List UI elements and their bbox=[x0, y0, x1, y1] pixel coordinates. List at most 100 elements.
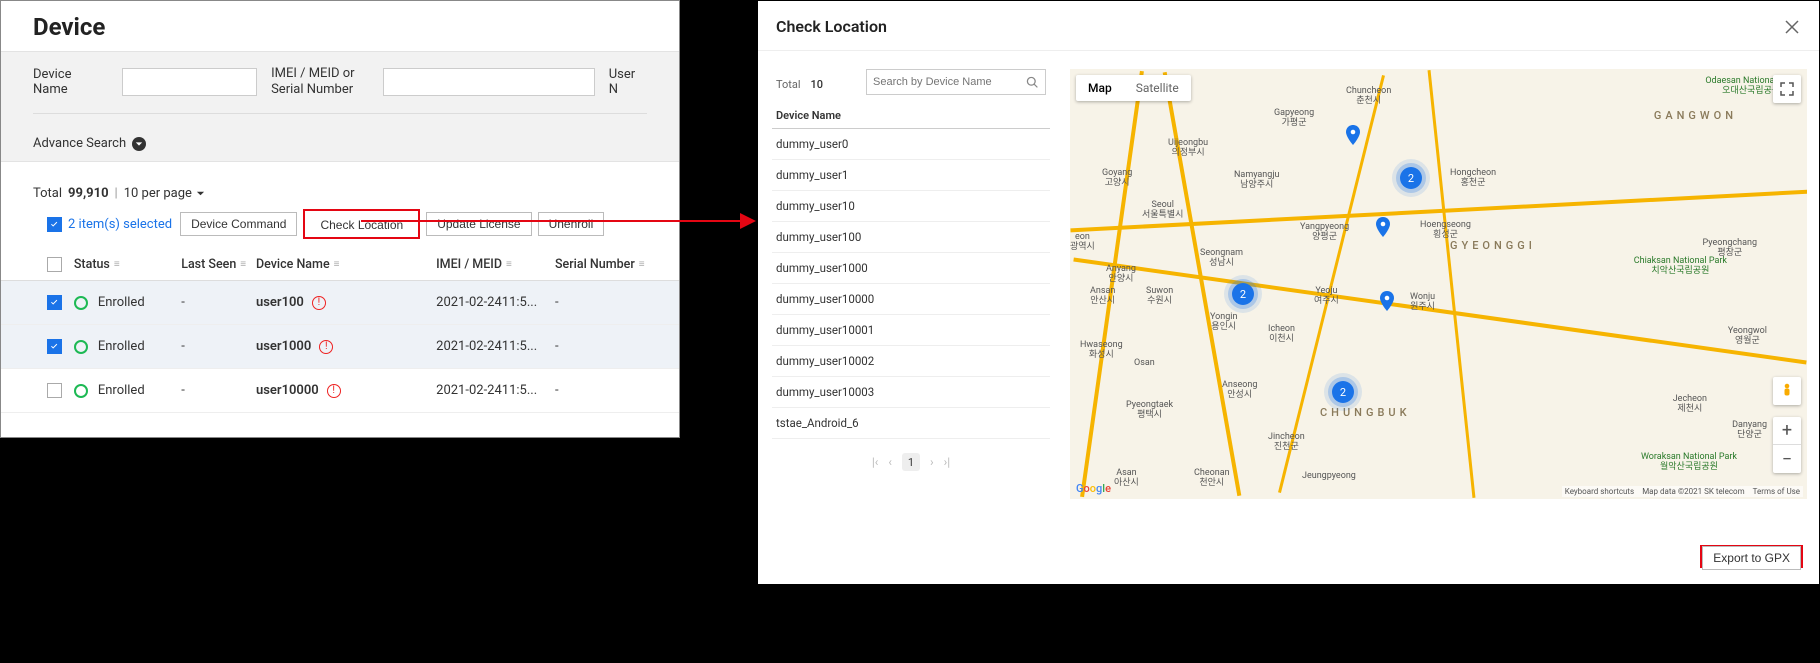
check-location-button[interactable]: Check Location bbox=[314, 216, 409, 234]
map-terms-link[interactable]: Terms of Use bbox=[1753, 487, 1800, 496]
filter-bar: Device Name IMEI / MEID or Serial Number… bbox=[1, 51, 679, 162]
status-text: Enrolled bbox=[98, 339, 145, 354]
table-row[interactable]: Enrolled-user10000!2021-02-2411:5...- bbox=[1, 369, 679, 413]
filter-imei-input[interactable] bbox=[383, 68, 594, 96]
imei-cell: 2021-02-2411:5... bbox=[436, 295, 555, 310]
table-row[interactable]: Enrolled-user100!2021-02-2411:5...- bbox=[1, 281, 679, 325]
device-search-input[interactable] bbox=[873, 76, 1026, 88]
map-footer: Keyboard shortcuts Map data ©2021 SK tel… bbox=[1562, 486, 1803, 497]
list-item[interactable]: dummy_user10002 bbox=[772, 346, 1050, 377]
map-tab-satellite[interactable]: Satellite bbox=[1124, 75, 1191, 101]
list-item[interactable]: dummy_user10000 bbox=[772, 284, 1050, 315]
zoom-in-button[interactable]: + bbox=[1773, 417, 1801, 445]
col-devicename[interactable]: Device Name bbox=[256, 257, 330, 272]
total-value: 99,910 bbox=[68, 186, 109, 201]
lastseen-cell: - bbox=[181, 383, 256, 398]
page-prev[interactable]: ‹ bbox=[888, 455, 892, 469]
list-item[interactable]: dummy_user10001 bbox=[772, 315, 1050, 346]
side-total-value: 10 bbox=[811, 78, 824, 91]
update-license-button[interactable]: Update License bbox=[426, 212, 531, 236]
map-kb-link[interactable]: Keyboard shortcuts bbox=[1565, 487, 1634, 496]
action-bar: 2 item(s) selected Device Command Check … bbox=[1, 201, 679, 249]
unenroll-button[interactable]: Unenroll bbox=[538, 212, 605, 236]
page-next[interactable]: › bbox=[930, 455, 934, 469]
selected-count: 2 item(s) selected bbox=[68, 217, 172, 232]
device-list-sidebar: Total 10 Device Name dummy_user0dummy_us… bbox=[772, 69, 1050, 499]
select-all-checkbox[interactable] bbox=[47, 217, 62, 232]
region-gangwon: GANGWON bbox=[1654, 109, 1737, 122]
page-title: Device bbox=[1, 1, 679, 51]
fullscreen-button[interactable] bbox=[1773, 75, 1801, 103]
row-checkbox[interactable] bbox=[47, 339, 62, 354]
filter-imei-label: IMEI / MEID or Serial Number bbox=[271, 66, 369, 97]
col-serial[interactable]: Serial Number bbox=[555, 257, 635, 272]
map-cluster[interactable]: 2 bbox=[1232, 283, 1254, 305]
status-icon bbox=[74, 340, 88, 354]
devicename-cell: user1000 bbox=[256, 339, 311, 354]
warning-icon: ! bbox=[312, 296, 326, 310]
devicename-cell: user100 bbox=[256, 295, 304, 310]
list-item[interactable]: dummy_user10 bbox=[772, 191, 1050, 222]
map-pin[interactable] bbox=[1346, 125, 1360, 139]
serial-cell: - bbox=[555, 295, 647, 310]
list-item[interactable]: dummy_user100 bbox=[772, 222, 1050, 253]
map-canvas[interactable]: GANGWON GYEONGGI CHUNGBUK Seoul서울특별시 eon… bbox=[1070, 69, 1807, 499]
map-cluster[interactable]: 2 bbox=[1400, 167, 1422, 189]
header-checkbox[interactable] bbox=[47, 257, 62, 272]
col-status[interactable]: Status bbox=[74, 257, 110, 272]
list-item[interactable]: dummy_user1000 bbox=[772, 253, 1050, 284]
zoom-out-button[interactable]: − bbox=[1773, 445, 1801, 473]
list-item[interactable]: dummy_user0 bbox=[772, 129, 1050, 160]
map-cluster[interactable]: 2 bbox=[1332, 381, 1354, 403]
status-icon bbox=[74, 296, 88, 310]
device-list: dummy_user0dummy_user1dummy_user10dummy_… bbox=[772, 129, 1050, 439]
device-command-button[interactable]: Device Command bbox=[180, 212, 297, 236]
status-text: Enrolled bbox=[98, 295, 145, 310]
list-item[interactable]: dummy_user1 bbox=[772, 160, 1050, 191]
list-item[interactable]: tstae_Android_6 bbox=[772, 408, 1050, 439]
export-gpx-button[interactable]: Export to GPX bbox=[1702, 546, 1801, 570]
row-checkbox[interactable] bbox=[47, 295, 62, 310]
imei-cell: 2021-02-2411:5... bbox=[436, 383, 555, 398]
imei-cell: 2021-02-2411:5... bbox=[436, 339, 555, 354]
map-pin[interactable] bbox=[1376, 217, 1390, 231]
devicename-cell: user10000 bbox=[256, 383, 319, 398]
table-summary: Total 99,910 | 10 per page bbox=[1, 162, 679, 201]
pegman-button[interactable] bbox=[1773, 377, 1801, 405]
page-last[interactable]: ›| bbox=[944, 455, 951, 469]
side-total-label: Total bbox=[776, 78, 801, 91]
map-pin[interactable] bbox=[1380, 291, 1394, 305]
pagination: |‹ ‹ 1 › ›| bbox=[772, 439, 1050, 485]
search-icon bbox=[1026, 76, 1039, 89]
page-first[interactable]: |‹ bbox=[872, 455, 879, 469]
perpage-select[interactable]: 10 per page bbox=[124, 186, 205, 201]
map-type-tabs: Map Satellite bbox=[1076, 75, 1191, 101]
advance-search-toggle[interactable]: Advance Search bbox=[33, 113, 647, 151]
status-text: Enrolled bbox=[98, 383, 145, 398]
status-icon bbox=[74, 384, 88, 398]
table-row[interactable]: Enrolled-user1000!2021-02-2411:5...- bbox=[1, 325, 679, 369]
table-body: Enrolled-user100!2021-02-2411:5...-Enrol… bbox=[1, 281, 679, 413]
dialog-title: Check Location bbox=[776, 17, 887, 36]
serial-cell: - bbox=[555, 339, 647, 354]
filter-user-label: User N bbox=[609, 67, 647, 97]
filter-devicename-label: Device Name bbox=[33, 67, 108, 97]
close-button[interactable] bbox=[1783, 18, 1801, 36]
filter-devicename-input[interactable] bbox=[122, 68, 257, 96]
row-checkbox[interactable] bbox=[47, 383, 62, 398]
region-chungbuk: CHUNGBUK bbox=[1320, 406, 1411, 419]
perpage-label: 10 per page bbox=[124, 186, 192, 201]
col-imei[interactable]: IMEI / MEID bbox=[436, 257, 502, 272]
serial-cell: - bbox=[555, 383, 647, 398]
export-highlight: Export to GPX bbox=[1700, 545, 1803, 568]
col-lastseen[interactable]: Last Seen bbox=[181, 257, 236, 272]
advance-search-label: Advance Search bbox=[33, 136, 126, 151]
sort-icon: ≡ bbox=[114, 259, 117, 270]
check-location-dialog: Check Location Total 10 Device Name dumm… bbox=[757, 0, 1820, 585]
map-data-text: Map data ©2021 SK telecom bbox=[1642, 487, 1744, 496]
lastseen-cell: - bbox=[181, 295, 256, 310]
device-search[interactable] bbox=[866, 69, 1046, 95]
list-item[interactable]: dummy_user10003 bbox=[772, 377, 1050, 408]
page-current[interactable]: 1 bbox=[902, 453, 920, 471]
map-tab-map[interactable]: Map bbox=[1076, 75, 1124, 101]
